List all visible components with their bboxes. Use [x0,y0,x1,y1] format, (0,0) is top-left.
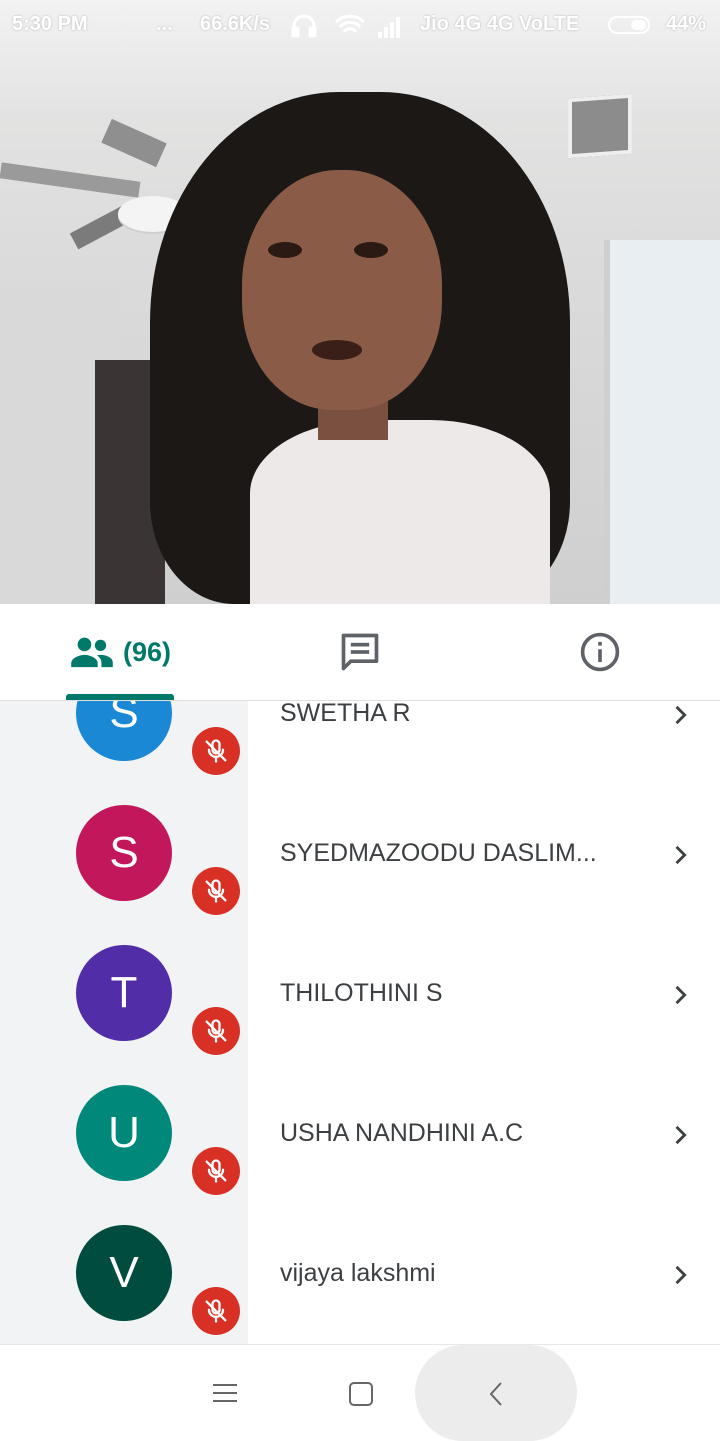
video-window [604,240,720,604]
avatar: S [76,701,172,761]
video-person-eye [268,242,302,258]
signal-icon [378,17,400,38]
participant-count: (96) [122,636,171,667]
back-button[interactable] [415,1345,577,1441]
chevron-right-icon[interactable] [666,1261,694,1289]
wifi-icon [334,14,366,33]
participant-row[interactable]: Vvijaya lakshmi [0,1191,720,1335]
participant-row[interactable]: S SWETHA R [0,701,720,775]
video-person-eye [354,242,388,258]
mic-off-icon [192,867,240,915]
status-battery: 44% [666,13,707,35]
video-person-face [242,170,442,410]
chevron-right-icon[interactable] [666,841,694,869]
tab-people[interactable]: (96) [66,604,174,700]
status-icons [291,14,400,38]
video-fan-blade [101,118,167,168]
headphones-icon [291,14,317,38]
avatar: T [76,945,172,1041]
participant-video[interactable] [0,0,720,604]
navigation-bar [0,1344,720,1441]
people-icon [71,637,113,668]
tab-chat[interactable] [320,604,400,700]
menu-icon[interactable] [210,1381,240,1405]
avatar: V [76,1225,172,1321]
participant-list[interactable]: S SWETHA R S SYEDMAZOODU DASLIM... T THILOTHI… [0,701,720,1344]
avatar: S [76,805,172,901]
chevron-right-icon[interactable] [666,981,694,1009]
back-icon [489,1382,502,1406]
status-bar: 5:30 PM ... 66.6K/s Jio 4G 4G VoLTE 44% [0,0,720,52]
participant-name: THILOTHINI S [280,979,443,1007]
status-speed: 66.6K/s [200,13,271,35]
chevron-right-icon[interactable] [666,1121,694,1149]
tab-info[interactable] [560,604,640,700]
status-more: ... [156,13,173,35]
active-tab-indicator [66,694,174,700]
participant-name: SWETHA R [280,701,411,727]
participant-name: SYEDMAZOODU DASLIM... [280,839,597,867]
home-icon[interactable] [346,1379,376,1409]
info-icon [580,632,620,672]
mic-off-icon [192,1287,240,1335]
status-carrier: Jio 4G 4G VoLTE [420,13,580,35]
tab-bar: (96) [0,604,720,701]
status-time: 5:30 PM [12,13,88,35]
chat-icon [341,633,379,671]
video-vent [568,93,632,159]
avatar: U [76,1085,172,1181]
participant-name: USHA NANDHINI A.C [280,1119,524,1147]
mic-off-icon [192,1007,240,1055]
video-person-mouth [312,340,362,360]
mic-off-icon [192,1147,240,1195]
mic-off-icon [192,727,240,775]
battery-icon [608,16,650,34]
chevron-right-icon[interactable] [666,701,694,729]
video-person-shirt [250,420,550,604]
video-fan-blade [0,162,141,198]
participant-row[interactable]: S SYEDMAZOODU DASLIM... [0,771,720,915]
participant-name: vijaya lakshmi [280,1259,436,1287]
participant-row[interactable]: T THILOTHINI S [0,911,720,1055]
participant-row[interactable]: U USHA NANDHINI A.C [0,1051,720,1195]
